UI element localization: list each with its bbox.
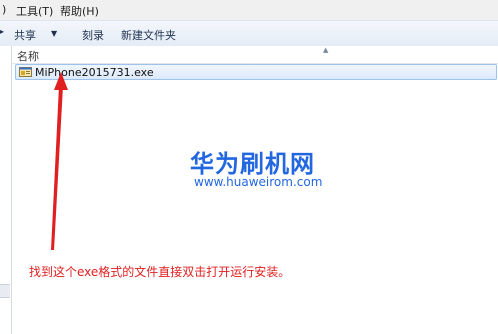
red-arrow-icon — [51, 72, 68, 250]
instruction-caption: 找到这个exe格式的文件直接双击打开运行安装。 — [29, 265, 291, 279]
